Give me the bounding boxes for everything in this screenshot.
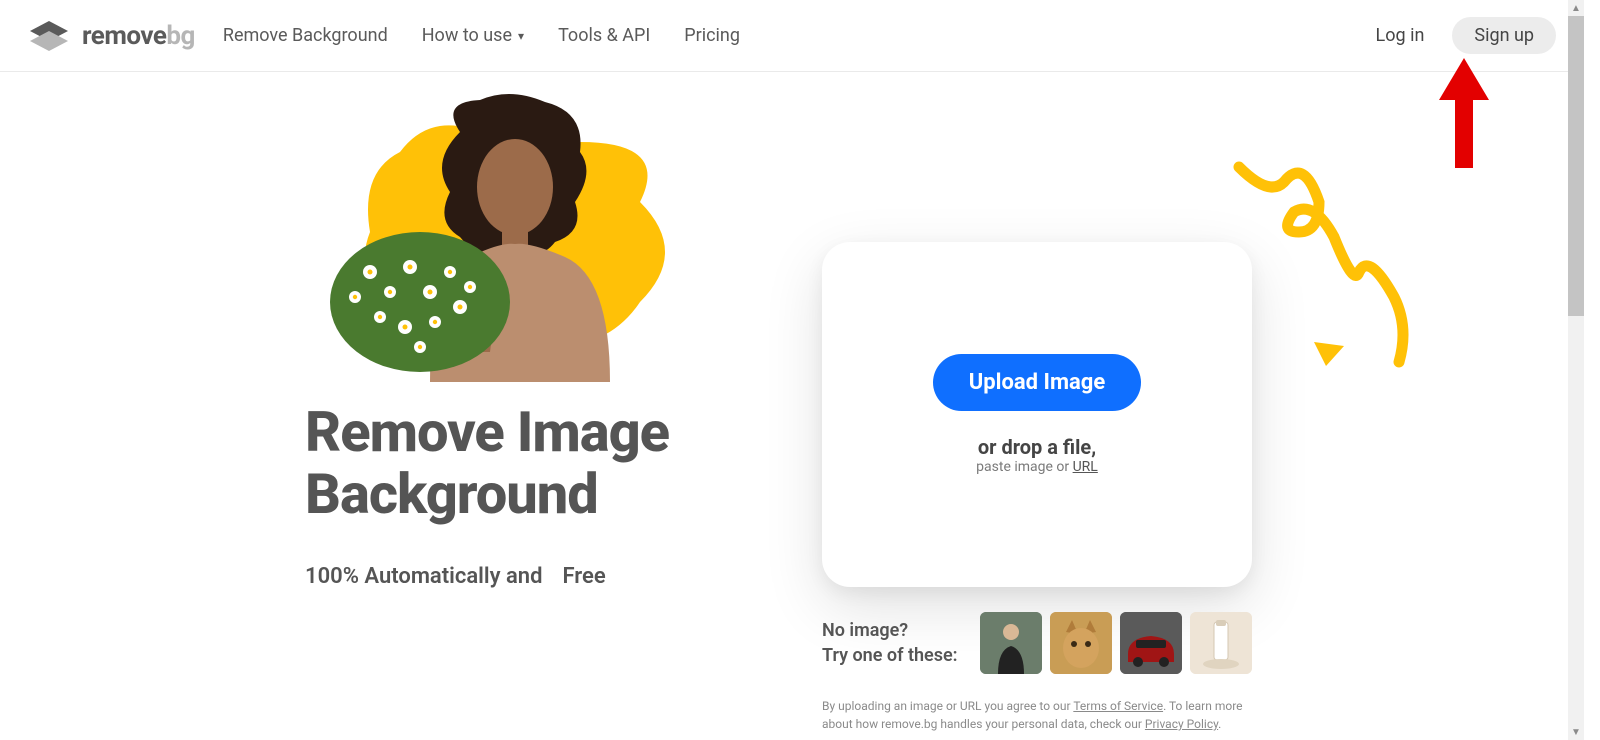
auth: Log in Sign up [1376, 17, 1556, 54]
drop-file-text: or drop a file, [976, 435, 1098, 459]
logo-text-bg: bg [166, 21, 194, 51]
paste-url-link[interactable]: URL [1073, 459, 1098, 475]
top-nav: removebg Remove Background How to use ▾ … [0, 0, 1584, 72]
upload-card[interactable]: Upload Image or drop a file, paste image… [822, 242, 1252, 587]
nav-pricing[interactable]: Pricing [684, 25, 740, 46]
upload-image-button[interactable]: Upload Image [933, 354, 1141, 411]
headline-line2: Background [305, 464, 669, 526]
sub-headline: 100% Automatically and Free [305, 562, 616, 591]
scrollbar-thumb[interactable] [1568, 16, 1584, 316]
paste-text: paste image or URL [976, 459, 1098, 475]
samples-line2: Try one of these: [822, 643, 958, 668]
nav-pricing-label: Pricing [684, 25, 740, 46]
headline: Remove Image Background [305, 402, 669, 525]
samples-line1: No image? [822, 618, 958, 643]
sample-thumb-car[interactable] [1120, 612, 1182, 674]
signup-label: Sign up [1474, 25, 1534, 46]
nav-how-to-use-label: How to use [422, 25, 512, 46]
yellow-triangle-icon [1314, 342, 1344, 366]
logo-icon [28, 19, 70, 53]
nav-how-to-use[interactable]: How to use ▾ [422, 25, 524, 46]
hero-right: Upload Image or drop a file, paste image… [760, 92, 1524, 740]
chevron-down-icon: ▾ [518, 29, 524, 43]
scroll-up-arrow-icon[interactable]: ▲ [1568, 0, 1584, 16]
paste-prefix: paste image or [976, 459, 1072, 475]
samples-text: No image? Try one of these: [822, 618, 958, 668]
legal-t3: . [1218, 717, 1221, 731]
nav-tools-api-label: Tools & API [558, 25, 650, 46]
legal-text: By uploading an image or URL you agree t… [822, 697, 1252, 733]
hero-illustration [310, 92, 730, 382]
login-label: Log in [1376, 25, 1425, 46]
nav-tools-api[interactable]: Tools & API [558, 25, 650, 46]
logo-text-remove: remove [82, 21, 166, 51]
scroll-down-arrow-icon[interactable]: ▼ [1568, 724, 1584, 740]
annotation-red-arrow [1439, 58, 1489, 168]
sample-thumbs [980, 612, 1252, 674]
logo[interactable]: removebg [28, 19, 195, 53]
sample-thumb-cat[interactable] [1050, 612, 1112, 674]
privacy-policy-link[interactable]: Privacy Policy [1145, 717, 1218, 731]
nav-links: Remove Background How to use ▾ Tools & A… [223, 25, 740, 46]
headline-line1: Remove Image [305, 402, 669, 464]
samples: No image? Try one of these: [822, 612, 1252, 674]
yellow-squiggle [1224, 152, 1444, 372]
hero-left: Remove Image Background 100% Automatical… [60, 92, 760, 740]
signup-button[interactable]: Sign up [1452, 17, 1556, 54]
free-badge: Free [552, 562, 615, 591]
nav-remove-background-label: Remove Background [223, 25, 388, 46]
sample-thumb-person[interactable] [980, 612, 1042, 674]
sample-thumb-product[interactable] [1190, 612, 1252, 674]
upload-image-label: Upload Image [969, 370, 1105, 395]
nav-remove-background[interactable]: Remove Background [223, 25, 388, 46]
scrollbar[interactable]: ▲ ▼ [1568, 0, 1584, 740]
terms-of-service-link[interactable]: Terms of Service [1073, 699, 1163, 713]
login-link[interactable]: Log in [1376, 25, 1425, 46]
logo-text: removebg [82, 21, 195, 51]
sub-prefix: 100% Automatically and [305, 564, 542, 589]
main: Remove Image Background 100% Automatical… [0, 72, 1584, 740]
person-with-flowers [310, 92, 730, 382]
free-label: Free [562, 564, 605, 589]
legal-t1: By uploading an image or URL you agree t… [822, 699, 1073, 713]
